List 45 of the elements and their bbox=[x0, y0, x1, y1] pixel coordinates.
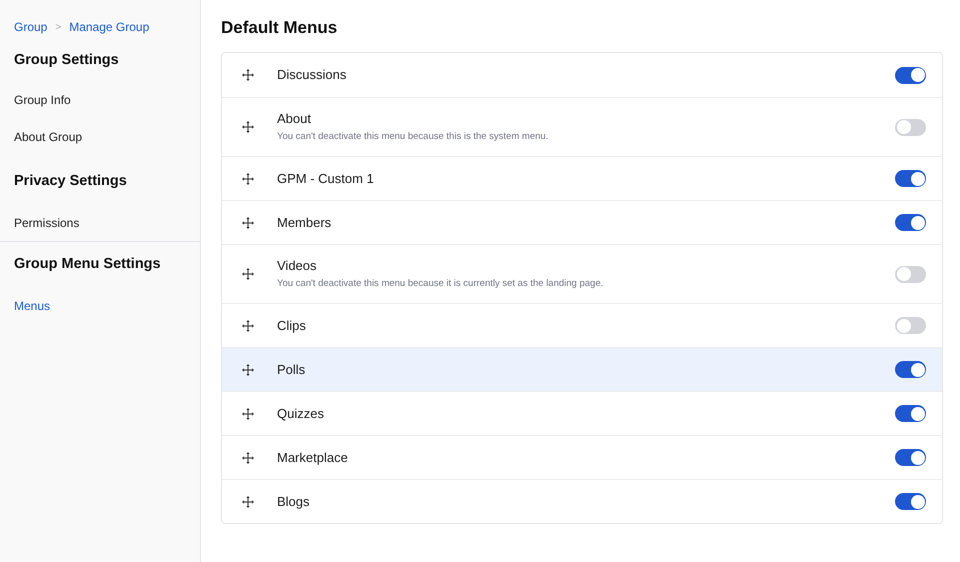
page-title: Default Menus bbox=[221, 17, 338, 39]
toggle-switch[interactable] bbox=[895, 170, 926, 187]
sidebar-item[interactable]: About Group bbox=[0, 129, 200, 145]
menu-label: Videos bbox=[277, 257, 318, 275]
breadcrumb-link[interactable]: Group bbox=[14, 18, 48, 36]
toggle-switch[interactable] bbox=[895, 214, 926, 231]
drag-handle-icon[interactable] bbox=[242, 268, 254, 280]
drag-handle-icon[interactable] bbox=[242, 496, 254, 508]
breadcrumb-link[interactable]: Manage Group bbox=[69, 18, 150, 36]
menu-label: Members bbox=[277, 214, 332, 232]
sidebar-item[interactable]: Menus bbox=[0, 298, 200, 314]
drag-handle-icon[interactable] bbox=[242, 408, 254, 420]
drag-handle-icon[interactable] bbox=[242, 364, 254, 376]
toggle-switch[interactable] bbox=[895, 66, 926, 84]
menu-label: Polls bbox=[277, 360, 306, 378]
toggle-switch[interactable] bbox=[895, 361, 926, 378]
drag-handle-icon[interactable] bbox=[242, 452, 254, 464]
drag-handle-icon[interactable] bbox=[242, 320, 254, 332]
toggle-switch[interactable] bbox=[895, 449, 926, 466]
menu-row[interactable]: Blogs bbox=[222, 479, 942, 523]
menu-label: Quizzes bbox=[277, 404, 325, 422]
menu-label: Blogs bbox=[277, 492, 311, 510]
menu-row[interactable]: Polls bbox=[222, 347, 942, 391]
menu-label: Clips bbox=[277, 316, 307, 334]
section-heading: Privacy Settings bbox=[13, 172, 128, 191]
menu-label: GPM - Custom 1 bbox=[277, 170, 375, 188]
section-heading: Group Settings bbox=[13, 51, 120, 70]
menu-label: Discussions bbox=[277, 66, 348, 84]
menu-note: You can't deactivate this menu because this is the system menu. bbox=[277, 130, 550, 144]
menu-label: About bbox=[277, 110, 312, 128]
toggle-switch[interactable] bbox=[895, 118, 926, 136]
menu-label: Marketplace bbox=[277, 448, 349, 466]
sidebar-item[interactable]: Permissions bbox=[0, 215, 200, 231]
drag-handle-icon[interactable] bbox=[242, 121, 254, 133]
toggle-switch[interactable] bbox=[895, 266, 926, 282]
section-heading: Group Menu Settings bbox=[13, 255, 162, 274]
drag-handle-icon[interactable] bbox=[242, 69, 254, 81]
toggle-switch[interactable] bbox=[895, 493, 926, 510]
breadcrumb-separator: > bbox=[55, 20, 62, 34]
drag-handle-icon[interactable] bbox=[242, 172, 254, 184]
toggle-switch[interactable] bbox=[895, 317, 926, 334]
menu-note: You can't deactivate this menu because it is currently set as the landing page. bbox=[277, 277, 604, 291]
drag-handle-icon[interactable] bbox=[242, 216, 254, 228]
toggle-switch[interactable] bbox=[895, 405, 926, 422]
sidebar-item[interactable]: Group Info bbox=[0, 92, 200, 108]
